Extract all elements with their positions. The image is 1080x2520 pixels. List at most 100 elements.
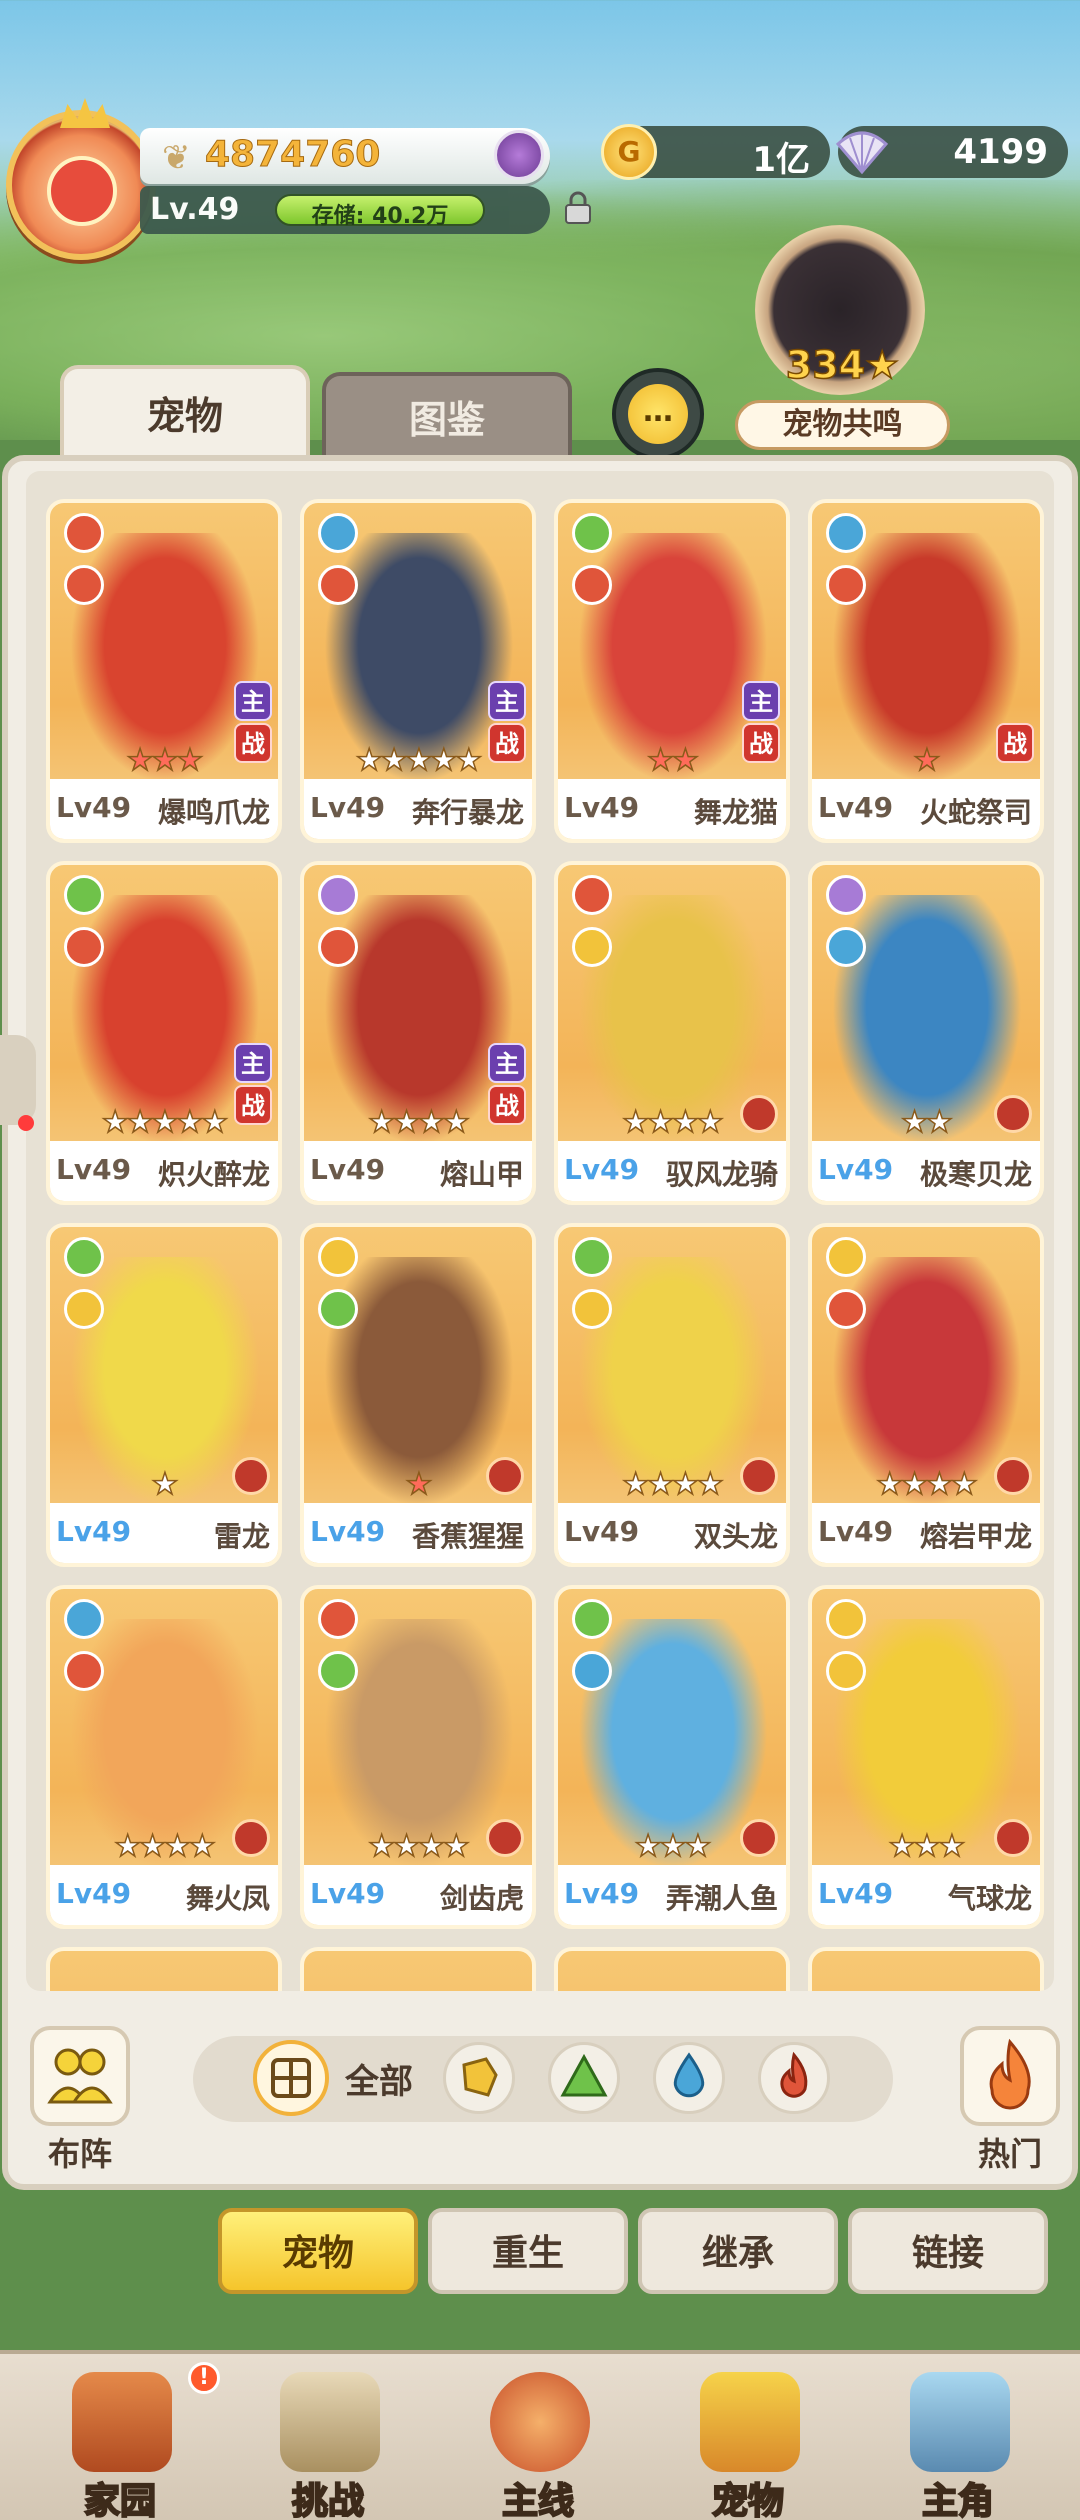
element-badge-icon bbox=[64, 1237, 104, 1277]
notification-dot bbox=[18, 1115, 34, 1131]
element-badge-icon bbox=[572, 513, 612, 553]
card-footer: Lv49 炽火醉龙 bbox=[50, 1141, 278, 1201]
storage-pill[interactable]: 存储: 40.2万 bbox=[275, 194, 485, 229]
element-badge-icon bbox=[826, 927, 866, 967]
pet-name: 弄潮人鱼 bbox=[665, 1882, 778, 1915]
pet-card[interactable]: ★★★★ Lv49 剑齿虎 bbox=[300, 1585, 536, 1929]
hero-icon bbox=[910, 2372, 1010, 2472]
nav-home[interactable]: ! 家园 bbox=[20, 2362, 220, 2520]
pet-resonance[interactable]: 334★ 宠物共鸣 bbox=[735, 225, 950, 455]
pet-level: Lv49 bbox=[564, 1153, 640, 1186]
main-quest-icon bbox=[490, 2372, 590, 2472]
pet-card[interactable]: ★★★ Lv49 气球龙 bbox=[808, 1585, 1044, 1929]
element-badge-icon bbox=[318, 1237, 358, 1277]
card-footer: Lv49 爆鸣爪龙 bbox=[50, 779, 278, 839]
pet-card[interactable]: 主战 ★★★ Lv49 爆鸣爪龙 bbox=[46, 499, 282, 843]
grid-icon bbox=[271, 2058, 311, 2098]
pet-card[interactable]: ★★★★ Lv49 驭风龙骑 bbox=[554, 861, 790, 1205]
element-badge-icon bbox=[572, 875, 612, 915]
pet-card[interactable]: ★★★★ Lv49 舞火凤 bbox=[46, 1585, 282, 1929]
pet-card[interactable]: ★★★★ Lv49 熔岩甲龙 bbox=[808, 1223, 1044, 1567]
filter-water-button[interactable] bbox=[653, 2042, 725, 2114]
gold-currency[interactable]: G 1亿 bbox=[601, 124, 830, 180]
pet-card[interactable]: ★ Lv49 香蕉猩猩 bbox=[300, 1223, 536, 1567]
element-badge-icon bbox=[826, 1237, 866, 1277]
shell-currency[interactable]: 4199 bbox=[835, 126, 1068, 178]
player-avatar[interactable] bbox=[6, 98, 156, 260]
main-tag: 主 bbox=[234, 1043, 272, 1083]
chat-button[interactable]: … bbox=[612, 368, 704, 460]
main-tag: 主 bbox=[488, 1043, 526, 1083]
element-badge-icon bbox=[64, 1289, 104, 1329]
nav-hero[interactable]: 主角 bbox=[858, 2364, 1058, 2520]
card-footer: Lv49 火蛇祭司 bbox=[812, 779, 1040, 839]
pet-card[interactable]: ★★★ Lv49 弄潮人鱼 bbox=[554, 1585, 790, 1929]
pet-card[interactable]: ★ Lv49 雷龙 bbox=[46, 1223, 282, 1567]
nav-hero-label: 主角 bbox=[921, 2480, 995, 2520]
pet-card[interactable]: 主战 ★★★★★ Lv49 奔行暴龙 bbox=[300, 499, 536, 843]
pet-name: 火蛇祭司 bbox=[919, 796, 1032, 829]
crown-icon bbox=[60, 98, 110, 128]
pet-grid[interactable]: 主战 ★★★ Lv49 爆鸣爪龙主战 ★★★★★ Lv49 奔行暴龙主战 ★★ Lv49 舞龙猫战… bbox=[26, 471, 1054, 1991]
pet-card[interactable]: 主战 ★★★★★ Lv49 炽火醉龙 bbox=[46, 861, 282, 1205]
pet-level: Lv49 bbox=[310, 791, 386, 824]
side-drawer-tab[interactable] bbox=[0, 1035, 36, 1125]
lock-icon[interactable] bbox=[560, 190, 596, 226]
main-tag: 主 bbox=[488, 681, 526, 721]
element-badge-icon bbox=[572, 1651, 612, 1691]
tab-pets[interactable]: 宠物 bbox=[60, 365, 310, 465]
main-tag: 主 bbox=[234, 681, 272, 721]
pet-name: 香蕉猩猩 bbox=[411, 1520, 524, 1553]
tab-codex[interactable]: 图鉴 bbox=[322, 372, 572, 464]
pet-card[interactable]: ★★ Lv49 极寒贝龙 bbox=[808, 861, 1044, 1205]
gem-icon[interactable] bbox=[494, 130, 544, 180]
gold-amount: 1亿 bbox=[752, 140, 810, 180]
element-badge-icon bbox=[64, 1599, 104, 1639]
flame-icon bbox=[989, 2038, 1031, 2110]
filter-earth-button[interactable] bbox=[443, 2042, 515, 2114]
filter-fire-button[interactable] bbox=[758, 2042, 830, 2114]
star-rating: ★★ bbox=[900, 1104, 953, 1141]
element-badge-icon bbox=[826, 1599, 866, 1639]
power-value: 4874760 bbox=[204, 134, 381, 176]
element-badge-icon bbox=[572, 1289, 612, 1329]
resonance-count: 334★ bbox=[785, 342, 900, 388]
pet-card[interactable]: 主战 ★★★★ Lv49 熔山甲 bbox=[300, 861, 536, 1205]
pet-card-partial[interactable] bbox=[300, 1947, 536, 1991]
formation-label: 布阵 bbox=[47, 2135, 112, 2173]
subtab-inherit[interactable]: 继承 bbox=[638, 2208, 838, 2294]
pet-card[interactable]: 战 ★ Lv49 火蛇祭司 bbox=[808, 499, 1044, 843]
nav-challenge[interactable]: 挑战 bbox=[228, 2364, 428, 2520]
pet-name: 剑齿虎 bbox=[439, 1882, 524, 1915]
pet-card[interactable]: ★★★★ Lv49 双头龙 bbox=[554, 1223, 790, 1567]
star-rating: ★★★★ bbox=[367, 1104, 470, 1141]
card-footer: Lv49 剑齿虎 bbox=[304, 1865, 532, 1925]
pet-panel: 主战 ★★★ Lv49 爆鸣爪龙主战 ★★★★★ Lv49 奔行暴龙主战 ★★ Lv49 舞龙猫战… bbox=[2, 455, 1078, 2190]
card-footer: Lv49 双头龙 bbox=[558, 1503, 786, 1563]
hot-button[interactable] bbox=[960, 2026, 1060, 2126]
level-bar: Lv.49 存储: 40.2万 bbox=[140, 186, 550, 234]
pet-card-partial[interactable] bbox=[808, 1947, 1044, 1991]
pet-card-partial[interactable] bbox=[46, 1947, 282, 1991]
filter-all-button[interactable] bbox=[253, 2040, 329, 2116]
nav-main-quest[interactable]: 主线 bbox=[438, 2364, 638, 2520]
element-badge-icon bbox=[572, 1599, 612, 1639]
card-footer: Lv49 弄潮人鱼 bbox=[558, 1865, 786, 1925]
subtab-link[interactable]: 链接 bbox=[848, 2208, 1048, 2294]
filter-grass-button[interactable] bbox=[548, 2042, 620, 2114]
star-rating: ★★ bbox=[646, 742, 699, 779]
element-badge-icon bbox=[826, 875, 866, 915]
nav-pets[interactable]: 宠物 bbox=[648, 2364, 848, 2520]
element-badge-icon bbox=[318, 565, 358, 605]
element-badge-icon bbox=[64, 1651, 104, 1691]
pet-level: Lv49 bbox=[564, 1515, 640, 1548]
pet-card[interactable]: 主战 ★★ Lv49 舞龙猫 bbox=[554, 499, 790, 843]
pet-card-partial[interactable] bbox=[554, 1947, 790, 1991]
pet-name: 极寒贝龙 bbox=[919, 1158, 1032, 1191]
subtab-pets[interactable]: 宠物 bbox=[218, 2208, 418, 2294]
element-badge-icon bbox=[572, 1237, 612, 1277]
formation-button[interactable] bbox=[30, 2026, 130, 2126]
people-icon bbox=[47, 2048, 113, 2104]
subtab-rebirth[interactable]: 重生 bbox=[428, 2208, 628, 2294]
element-badge-icon bbox=[318, 927, 358, 967]
